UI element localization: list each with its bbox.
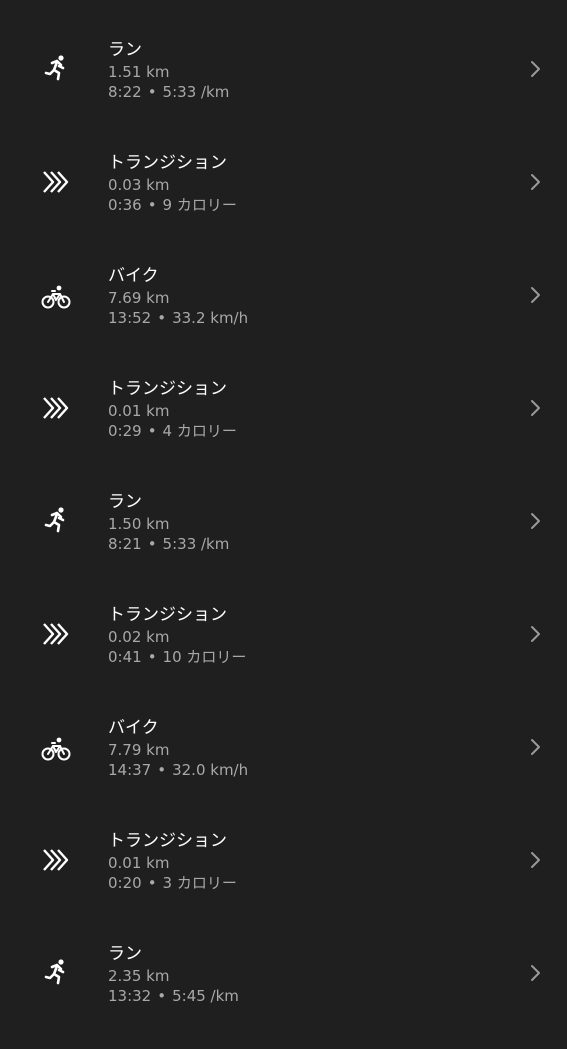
separator-dot: • — [147, 874, 157, 892]
segment-detail: 5:33 /km — [162, 83, 230, 101]
segment-time: 0:41 — [108, 648, 142, 666]
segment-row-run[interactable]: ラン 2.35 km 13:32 • 5:45 /km — [0, 936, 567, 1049]
transition-icon — [40, 844, 72, 876]
transition-icon — [40, 166, 72, 198]
segment-meta: 0:41 • 10 カロリー — [108, 648, 246, 666]
segment-row-transition[interactable]: トランジション 0.02 km 0:41 • 10 カロリー — [0, 597, 567, 710]
running-icon — [40, 53, 72, 85]
chevron-right-icon — [528, 738, 542, 756]
segment-row-bike[interactable]: バイク 7.79 km 14:37 • 32.0 km/h — [0, 710, 567, 823]
segment-meta: 14:37 • 32.0 km/h — [108, 761, 248, 779]
segment-row-run[interactable]: ラン 1.50 km 8:21 • 5:33 /km — [0, 484, 567, 597]
segment-meta: 8:22 • 5:33 /km — [108, 83, 229, 101]
segment-meta: 0:20 • 3 カロリー — [108, 874, 237, 892]
running-icon — [40, 505, 72, 537]
segment-time: 0:20 — [108, 874, 142, 892]
segment-time: 0:36 — [108, 196, 142, 214]
segment-distance: 0.01 km — [108, 402, 170, 420]
segment-row-transition[interactable]: トランジション 0.01 km 0:20 • 3 カロリー — [0, 823, 567, 936]
segment-distance: 1.51 km — [108, 63, 170, 81]
segment-meta: 8:21 • 5:33 /km — [108, 535, 229, 553]
segment-title: バイク — [108, 718, 159, 738]
segment-detail: 4 カロリー — [162, 422, 237, 440]
segment-title: ラン — [108, 492, 142, 512]
segment-distance: 7.79 km — [108, 741, 170, 759]
segment-distance: 7.69 km — [108, 289, 170, 307]
segment-distance: 1.50 km — [108, 515, 170, 533]
running-icon — [40, 957, 72, 989]
segment-list: ラン 1.51 km 8:22 • 5:33 /km トランジション 0.03 km… — [0, 0, 567, 1024]
segment-row-bike[interactable]: バイク 7.69 km 13:52 • 33.2 km/h — [0, 258, 567, 371]
segment-title: ラン — [108, 944, 142, 964]
segment-row-transition[interactable]: トランジション 0.01 km 0:29 • 4 カロリー — [0, 371, 567, 484]
chevron-right-icon — [528, 399, 542, 417]
segment-detail: 3 カロリー — [162, 874, 237, 892]
segment-meta: 13:32 • 5:45 /km — [108, 987, 239, 1005]
segment-detail: 10 カロリー — [162, 648, 247, 666]
segment-title: トランジション — [108, 153, 227, 173]
cycling-icon — [40, 280, 72, 312]
chevron-right-icon — [528, 512, 542, 530]
segment-time: 13:52 — [108, 309, 152, 327]
chevron-right-icon — [528, 964, 542, 982]
segment-row-transition[interactable]: トランジション 0.03 km 0:36 • 9 カロリー — [0, 145, 567, 258]
segment-detail: 32.0 km/h — [172, 761, 249, 779]
chevron-right-icon — [528, 173, 542, 191]
segment-title: トランジション — [108, 831, 227, 851]
segment-title: トランジション — [108, 605, 227, 625]
segment-distance: 0.01 km — [108, 854, 170, 872]
separator-dot: • — [147, 196, 157, 214]
chevron-right-icon — [528, 625, 542, 643]
segment-detail: 33.2 km/h — [172, 309, 249, 327]
segment-time: 0:29 — [108, 422, 142, 440]
segment-title: トランジション — [108, 379, 227, 399]
segment-distance: 0.03 km — [108, 176, 170, 194]
segment-time: 8:22 — [108, 83, 142, 101]
segment-time: 13:32 — [108, 987, 152, 1005]
segment-meta: 13:52 • 33.2 km/h — [108, 309, 248, 327]
transition-icon — [40, 392, 72, 424]
segment-time: 14:37 — [108, 761, 152, 779]
segment-distance: 2.35 km — [108, 967, 170, 985]
segment-meta: 0:29 • 4 カロリー — [108, 422, 237, 440]
transition-icon — [40, 618, 72, 650]
separator-dot: • — [147, 535, 157, 553]
segment-time: 8:21 — [108, 535, 142, 553]
chevron-right-icon — [528, 851, 542, 869]
chevron-right-icon — [528, 286, 542, 304]
separator-dot: • — [157, 761, 167, 779]
cycling-icon — [40, 732, 72, 764]
segment-meta: 0:36 • 9 カロリー — [108, 196, 237, 214]
separator-dot: • — [147, 83, 157, 101]
segment-detail: 5:33 /km — [162, 535, 230, 553]
separator-dot: • — [147, 648, 157, 666]
separator-dot: • — [147, 422, 157, 440]
segment-row-run[interactable]: ラン 1.51 km 8:22 • 5:33 /km — [0, 32, 567, 145]
chevron-right-icon — [528, 60, 542, 78]
separator-dot: • — [157, 987, 167, 1005]
segment-distance: 0.02 km — [108, 628, 170, 646]
segment-title: バイク — [108, 266, 159, 286]
separator-dot: • — [157, 309, 167, 327]
segment-title: ラン — [108, 40, 142, 60]
segment-detail: 9 カロリー — [162, 196, 237, 214]
segment-detail: 5:45 /km — [172, 987, 239, 1005]
